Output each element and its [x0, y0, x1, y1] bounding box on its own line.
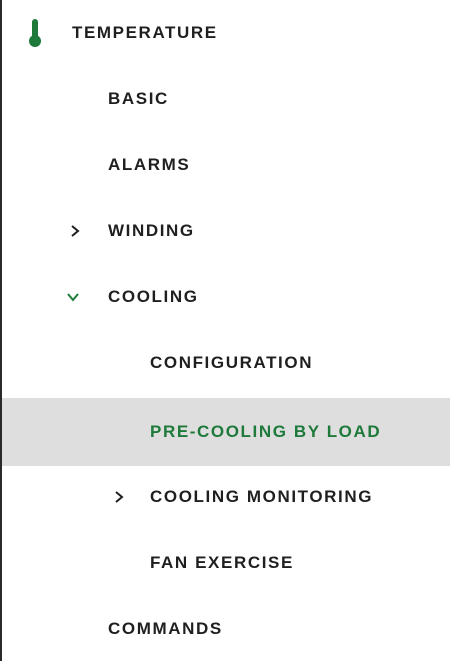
tree-item-commands[interactable]: COMMANDS [2, 596, 450, 661]
tree-item-alarms[interactable]: ALARMS [2, 132, 450, 198]
navigation-tree: TEMPERATURE BASIC ALARMS WINDING COOLING… [0, 0, 450, 661]
tree-item-label: COMMANDS [108, 619, 223, 638]
tree-item-label: TEMPERATURE [72, 23, 218, 42]
tree-item-label: PRE-COOLING BY LOAD [150, 422, 382, 441]
tree-item-label: COOLING MONITORING [150, 487, 374, 506]
tree-item-label: BASIC [108, 89, 169, 108]
tree-item-temperature[interactable]: TEMPERATURE [2, 0, 450, 66]
tree-item-cooling-monitoring[interactable]: COOLING MONITORING [2, 464, 450, 530]
tree-item-fan-exercise[interactable]: FAN EXERCISE [2, 530, 450, 596]
tree-item-winding[interactable]: WINDING [2, 198, 450, 264]
chevron-down-icon[interactable] [66, 290, 80, 304]
tree-item-label: ALARMS [108, 155, 191, 174]
chevron-right-icon[interactable] [112, 490, 126, 504]
chevron-right-icon[interactable] [68, 224, 82, 238]
tree-item-cooling[interactable]: COOLING [2, 264, 450, 330]
tree-item-label: CONFIGURATION [150, 353, 314, 372]
tree-item-label: WINDING [108, 221, 195, 240]
tree-item-basic[interactable]: BASIC [2, 66, 450, 132]
tree-item-pre-cooling-by-load[interactable]: PRE-COOLING BY LOAD [2, 398, 450, 466]
tree-item-configuration[interactable]: CONFIGURATION [2, 330, 450, 396]
tree-item-label: COOLING [108, 287, 199, 306]
tree-item-label: FAN EXERCISE [150, 553, 294, 572]
thermometer-icon [28, 18, 42, 53]
